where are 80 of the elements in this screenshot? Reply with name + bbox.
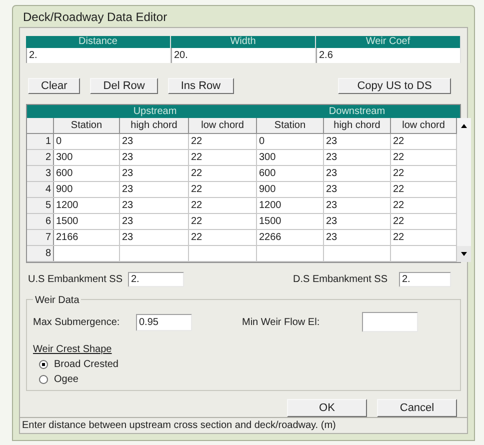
field-label: D.S Embankment SS — [293, 273, 388, 287]
radio-label: Ogee — [54, 373, 78, 387]
table-cell: 23 — [324, 214, 391, 229]
group-header: Downstream — [328, 105, 386, 118]
column-header: high chord — [324, 118, 391, 133]
table-cell: 23 — [120, 166, 189, 181]
table-cell: 600 — [54, 166, 120, 181]
table-cell: 23 — [120, 230, 189, 245]
value-field[interactable]: 2. — [26, 48, 170, 63]
toolbar-button[interactable]: Del Row — [90, 78, 158, 94]
radio-button[interactable] — [39, 360, 48, 369]
column-header: Width — [171, 36, 315, 48]
table-cell: 22 — [189, 150, 257, 165]
radio-label: Broad Crested — [54, 358, 118, 372]
row-number: 1 — [27, 134, 54, 149]
table-cell: 23 — [324, 230, 391, 245]
table-cell: 0 — [54, 134, 120, 149]
column-header: low chord — [189, 118, 257, 133]
row-number: 6 — [27, 214, 54, 229]
value-field[interactable]: 2.6 — [316, 48, 460, 63]
field-label: Min Weir Flow El: — [242, 316, 321, 330]
table-cell: 23 — [120, 150, 189, 165]
value-field[interactable]: 0.95 — [136, 314, 192, 330]
table-cell: 300 — [257, 150, 324, 165]
table-cell: 23 — [324, 198, 391, 213]
toolbar-button[interactable]: Clear — [28, 78, 80, 94]
row-number: 3 — [27, 166, 54, 181]
group-header: Upstream — [132, 105, 178, 118]
table-cell: 1500 — [54, 214, 120, 229]
toolbar-button[interactable]: Ins Row — [168, 78, 234, 94]
table-cell: 300 — [54, 150, 120, 165]
copy-button[interactable]: Copy US to DS — [338, 78, 451, 94]
table-cell: 23 — [120, 182, 189, 197]
window-title: Deck/Roadway Data Editor — [23, 8, 168, 26]
table-cell: 900 — [54, 182, 120, 197]
table-cell: 23 — [120, 134, 189, 149]
table-cell: 22 — [189, 182, 257, 197]
table-cell: 23 — [120, 198, 189, 213]
table-cell: 0 — [257, 134, 324, 149]
row-number: 5 — [27, 198, 54, 213]
value-field[interactable]: 2. — [399, 272, 451, 287]
table-cell: 22 — [189, 134, 257, 149]
table-cell: 600 — [257, 166, 324, 181]
table-cell: 1200 — [54, 198, 120, 213]
table-cell: 900 — [257, 182, 324, 197]
table-cell: 23 — [324, 150, 391, 165]
field-label: U.S Embankment SS — [28, 273, 124, 287]
dialog-button[interactable]: Cancel — [377, 399, 457, 417]
column-header: Distance — [26, 36, 170, 48]
row-number: 8 — [27, 246, 54, 261]
table-cell: 23 — [324, 166, 391, 181]
value-field[interactable] — [362, 312, 418, 332]
radio-button[interactable] — [39, 375, 48, 384]
column-header: high chord — [120, 118, 189, 133]
table-cell: 1500 — [257, 214, 324, 229]
table-cell: 22 — [189, 198, 257, 213]
row-number: 4 — [27, 182, 54, 197]
table-cell: 23 — [120, 214, 189, 229]
column-header: Station — [257, 118, 324, 133]
row-number: 7 — [27, 230, 54, 245]
dialog-button[interactable]: OK — [287, 399, 367, 417]
scroll-down-icon[interactable] — [457, 246, 471, 262]
column-header: low chord — [391, 118, 457, 133]
row-number: 2 — [27, 150, 54, 165]
table-cell: 22 — [189, 166, 257, 181]
field-label: Max Submergence: — [33, 316, 121, 330]
column-header: Weir Coef — [316, 36, 460, 48]
column-header: Station — [54, 118, 120, 133]
section-label: Weir Crest Shape — [33, 343, 113, 357]
scrollbar[interactable] — [457, 118, 471, 262]
value-field[interactable]: 2. — [128, 272, 184, 287]
status-bar-text: Enter distance between upstream cross section and deck/roadway. (m) — [22, 419, 336, 433]
table-cell: 22 — [189, 230, 257, 245]
table-cell: 2266 — [257, 230, 324, 245]
table-cell: 23 — [324, 182, 391, 197]
table-cell: 23 — [324, 134, 391, 149]
value-field[interactable]: 20. — [171, 48, 315, 63]
table-cell: 2166 — [54, 230, 120, 245]
table-cell: 1200 — [257, 198, 324, 213]
table-cell: 22 — [189, 214, 257, 229]
